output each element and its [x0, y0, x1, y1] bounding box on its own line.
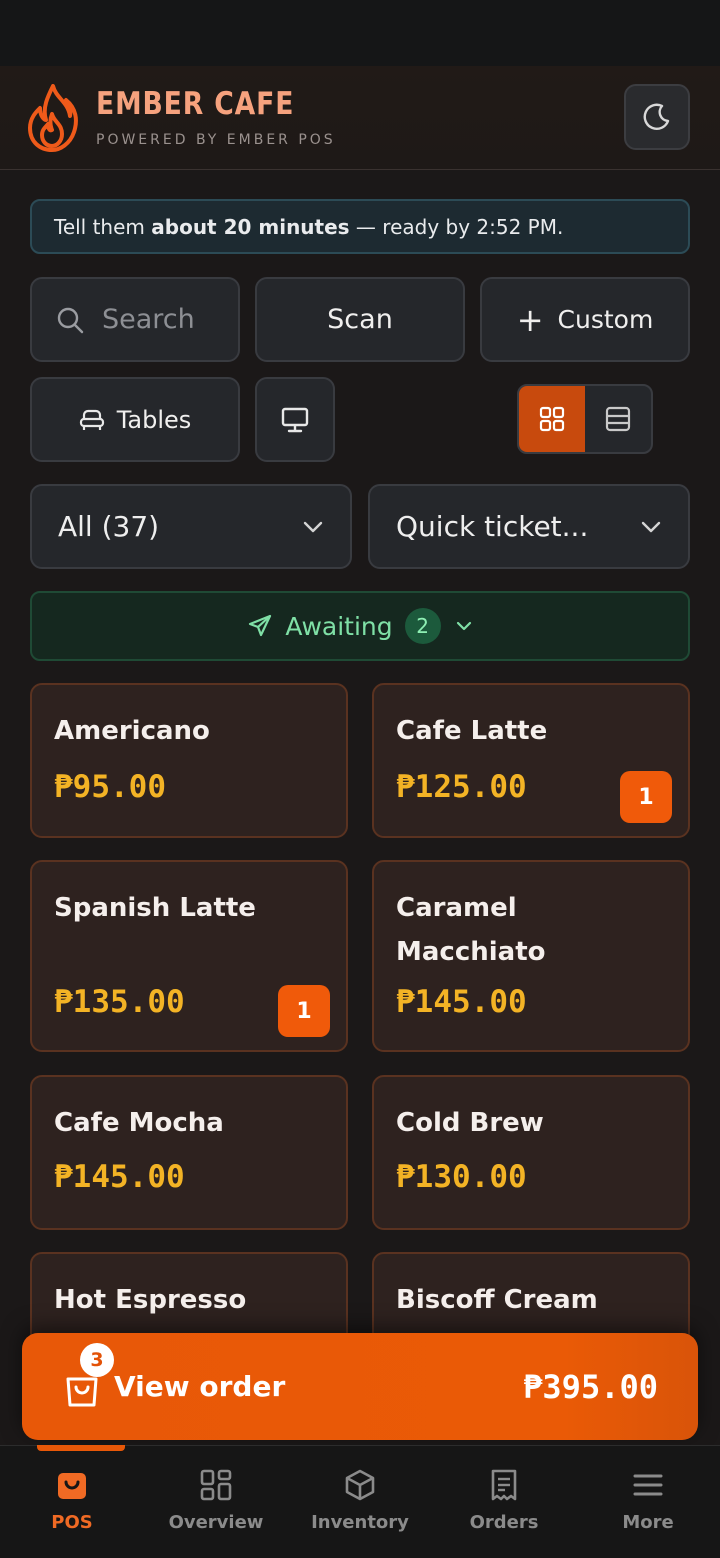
- category-select[interactable]: All (37): [30, 484, 352, 569]
- monitor-icon: [281, 407, 309, 432]
- tab-orders[interactable]: Orders: [432, 1446, 576, 1558]
- product-name: Cafe Mocha: [54, 1108, 224, 1138]
- status-bar: [0, 0, 720, 66]
- app-header: EMBER CAFE POWERED BY EMBER POS: [0, 66, 720, 170]
- grid-icon: [539, 406, 565, 432]
- plus-icon: +: [516, 300, 544, 339]
- tables-label: Tables: [116, 405, 192, 434]
- scan-button[interactable]: Scan: [255, 277, 465, 362]
- prep-time-banner: Tell them about 20 minutes — ready by 2:…: [30, 199, 690, 254]
- product-card[interactable]: Cafe Latte ₱125.00 1: [372, 683, 690, 838]
- product-card[interactable]: Caramel Macchiato ₱145.00: [372, 860, 690, 1052]
- product-name: Hot Espresso: [54, 1285, 247, 1315]
- product-price: ₱145.00: [54, 1159, 185, 1195]
- custom-item-button[interactable]: + Custom: [480, 277, 690, 362]
- banner-prefix: Tell them: [54, 214, 152, 239]
- order-total: ₱395.00: [523, 1367, 658, 1406]
- product-card[interactable]: Cold Brew ₱130.00: [372, 1075, 690, 1230]
- search-input[interactable]: Search: [30, 277, 240, 362]
- product-price: ₱135.00: [54, 984, 185, 1020]
- tab-overview[interactable]: Overview: [144, 1446, 288, 1558]
- send-icon: [249, 614, 272, 637]
- grid-view-button[interactable]: [519, 386, 585, 452]
- awaiting-count-badge: 2: [404, 608, 441, 644]
- sofa-icon: [79, 409, 104, 430]
- list-view-button[interactable]: [585, 386, 651, 452]
- pos-bag-icon: [58, 1473, 86, 1499]
- view-mode-toggle: [517, 384, 653, 454]
- shopping-bag: 3: [62, 1342, 114, 1411]
- bottom-tab-bar: POS Overview Inventory Orders More: [0, 1445, 720, 1558]
- box-icon: [345, 1469, 375, 1501]
- view-order-label: View order: [114, 1370, 286, 1403]
- product-card[interactable]: Americano ₱95.00: [30, 683, 348, 838]
- moon-icon: [643, 103, 670, 130]
- tab-pos[interactable]: POS: [0, 1445, 144, 1558]
- product-card[interactable]: Cafe Mocha ₱145.00: [30, 1075, 348, 1230]
- chevron-down-icon: [303, 521, 323, 532]
- menu-icon: [633, 1474, 663, 1496]
- brand-name: EMBER CAFE: [96, 86, 295, 122]
- chevron-down-icon: [456, 621, 471, 631]
- awaiting-orders-toggle[interactable]: Awaiting 2: [30, 591, 690, 661]
- chevron-down-icon: [641, 521, 661, 532]
- view-order-button[interactable]: 3 View order ₱395.00: [22, 1333, 698, 1440]
- theme-toggle-button[interactable]: [624, 84, 690, 150]
- tables-button[interactable]: Tables: [30, 377, 240, 462]
- tab-label: Orders: [469, 1512, 539, 1533]
- ticket-value: Quick ticket...: [396, 510, 589, 543]
- product-price: ₱95.00: [54, 769, 166, 805]
- banner-suffix: — ready by 2:52 PM.: [349, 214, 564, 239]
- receipt-icon: [491, 1469, 517, 1501]
- product-card[interactable]: Spanish Latte ₱135.00 1: [30, 860, 348, 1052]
- tab-label: Inventory: [311, 1512, 409, 1533]
- list-icon: [605, 406, 631, 432]
- product-name: Americano: [54, 716, 210, 746]
- brand-subtitle: POWERED BY EMBER POS: [96, 132, 336, 148]
- product-name: Caramel Macchiato: [396, 893, 546, 967]
- customer-display-button[interactable]: [255, 377, 335, 462]
- order-count-badge: 3: [80, 1342, 114, 1377]
- category-value: All (37): [58, 510, 160, 543]
- tab-more[interactable]: More: [576, 1446, 720, 1558]
- product-name: Cold Brew: [396, 1108, 544, 1138]
- tab-label: POS: [51, 1512, 93, 1533]
- awaiting-label: Awaiting: [285, 611, 393, 641]
- scan-label: Scan: [327, 304, 393, 335]
- search-icon: [57, 307, 84, 333]
- product-price: ₱145.00: [396, 984, 527, 1020]
- product-price: ₱130.00: [396, 1159, 527, 1195]
- product-name: Spanish Latte: [54, 893, 256, 923]
- tab-inventory[interactable]: Inventory: [288, 1446, 432, 1558]
- cart-qty-badge: 1: [278, 985, 330, 1037]
- banner-duration: about 20 minutes: [151, 214, 350, 239]
- flame-logo-icon: [28, 84, 78, 152]
- tab-label: More: [622, 1512, 674, 1533]
- search-placeholder: Search: [102, 304, 195, 335]
- custom-label: Custom: [557, 305, 654, 334]
- grid-icon: [200, 1469, 232, 1501]
- product-price: ₱125.00: [396, 769, 527, 805]
- product-name: Cafe Latte: [396, 716, 548, 746]
- ticket-select[interactable]: Quick ticket...: [368, 484, 690, 569]
- tab-label: Overview: [168, 1512, 264, 1533]
- cart-qty-badge: 1: [620, 771, 672, 823]
